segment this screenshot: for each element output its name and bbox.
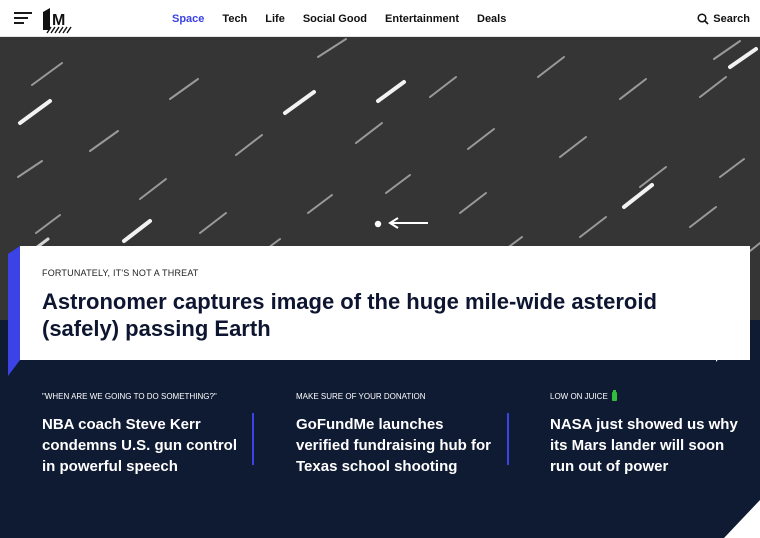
story-card-3[interactable]: LOW ON JUICE NASA just showed us why its… (550, 390, 750, 477)
story-kicker-1: "WHEN ARE WE GOING TO DO SOMETHING?" (42, 392, 217, 401)
story-title-3[interactable]: NASA just showed us why its Mars lander … (550, 414, 750, 477)
search-button[interactable]: Search (697, 0, 750, 37)
story-title-2[interactable]: GoFundMe launches verified fundraising h… (296, 414, 496, 477)
battery-icon (611, 390, 617, 401)
headline-card[interactable]: FORTUNATELY, IT'S NOT A THREAT Astronome… (20, 246, 750, 360)
site-logo[interactable]: M (41, 6, 72, 34)
hero-headline[interactable]: Astronomer captures image of the huge mi… (42, 288, 682, 342)
nav-entertainment[interactable]: Entertainment (385, 13, 459, 25)
story-divider-1 (252, 413, 254, 465)
menu-icon[interactable] (14, 11, 32, 25)
story-divider-2 (507, 413, 509, 465)
bottom-corner-cut (724, 500, 760, 538)
nav-social-good[interactable]: Social Good (303, 13, 367, 25)
story-card-1[interactable]: "WHEN ARE WE GOING TO DO SOMETHING?" NBA… (42, 391, 242, 477)
search-label: Search (713, 12, 750, 25)
story-kicker-3: LOW ON JUICE (550, 390, 750, 402)
hero-kicker: FORTUNATELY, IT'S NOT A THREAT (42, 268, 199, 278)
nav-deals[interactable]: Deals (477, 13, 506, 25)
search-icon (697, 12, 709, 25)
story-title-1[interactable]: NBA coach Steve Kerr condemns U.S. gun c… (42, 414, 242, 477)
site-header: M Space Tech Life Social Good Entertainm… (0, 0, 760, 37)
nav-space[interactable]: Space (172, 13, 204, 25)
svg-text:M: M (52, 12, 65, 29)
headline-accent (8, 246, 20, 376)
story-card-2[interactable]: MAKE SURE OF YOUR DONATION GoFundMe laun… (296, 391, 496, 477)
card-corner-cut (716, 320, 750, 362)
story-kicker-3-text: LOW ON JUICE (550, 392, 608, 401)
main-nav: Space Tech Life Social Good Entertainmen… (172, 0, 524, 37)
nav-life[interactable]: Life (265, 13, 285, 25)
story-kicker-2: MAKE SURE OF YOUR DONATION (296, 392, 426, 401)
asteroid-dot (374, 220, 382, 228)
nav-tech[interactable]: Tech (222, 13, 247, 25)
